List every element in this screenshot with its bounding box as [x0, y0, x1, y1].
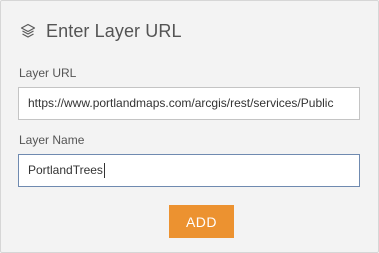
- layer-name-label: Layer Name: [19, 133, 85, 147]
- add-button[interactable]: ADD: [169, 205, 234, 238]
- layer-url-value: https://www.portlandmaps.com/arcgis/rest…: [28, 96, 334, 110]
- layer-url-label: Layer URL: [19, 66, 77, 80]
- layer-name-value: PortlandTrees: [28, 163, 103, 177]
- panel-title: Enter Layer URL: [46, 20, 182, 41]
- enter-layer-url-panel: Enter Layer URL Layer URL https://www.po…: [0, 0, 379, 253]
- layer-url-input[interactable]: https://www.portlandmaps.com/arcgis/rest…: [18, 87, 360, 120]
- text-caret: [103, 163, 105, 179]
- panel-header: Enter Layer URL: [19, 18, 182, 44]
- layers-icon: [19, 22, 37, 40]
- layer-name-input[interactable]: PortlandTrees: [18, 154, 360, 187]
